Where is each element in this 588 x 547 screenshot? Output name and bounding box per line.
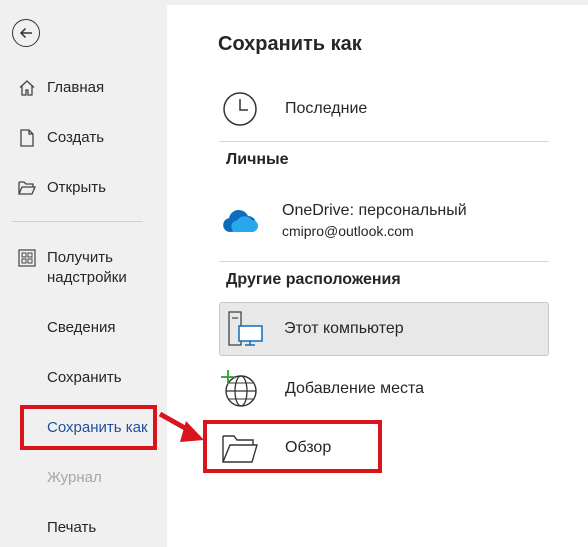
sidebar-item-get-addins[interactable]: Получить надстройки — [0, 248, 167, 288]
highlight-box-browse — [203, 420, 382, 473]
new-document-icon — [17, 128, 37, 148]
sidebar-item-print[interactable]: Печать — [0, 518, 167, 538]
sidebar-item-label-line1: Получить — [47, 249, 113, 266]
location-label: Последние — [285, 100, 368, 117]
divider — [219, 141, 549, 142]
sidebar-item-label: Журнал — [47, 469, 102, 486]
sidebar-item-label: Создать — [47, 129, 105, 146]
clock-icon — [220, 89, 260, 129]
sidebar-item-label: Сохранить — [47, 369, 122, 386]
sidebar-item-info[interactable]: Сведения — [0, 318, 167, 338]
location-recent[interactable]: Последние — [220, 87, 548, 131]
location-label: Добавление места — [285, 380, 425, 397]
sidebar-item-open[interactable]: Открыть — [0, 178, 167, 198]
section-heading-other: Другие расположения — [226, 271, 401, 288]
back-button[interactable] — [12, 19, 40, 47]
sidebar-item-label: Сведения — [47, 319, 116, 336]
open-folder-icon — [17, 178, 37, 198]
sidebar-item-label: Главная — [47, 79, 105, 96]
section-heading-personal: Личные — [226, 151, 289, 168]
location-this-pc[interactable]: Этот компьютер — [219, 302, 549, 356]
sidebar-item-label: Открыть — [47, 179, 106, 196]
home-icon — [17, 78, 37, 98]
location-label: OneDrive: персональный — [282, 202, 467, 219]
back-arrow-icon — [19, 27, 32, 39]
sidebar-item-new[interactable]: Создать — [0, 128, 167, 148]
addins-grid-icon — [17, 248, 37, 268]
sidebar-item-home[interactable]: Главная — [0, 78, 167, 98]
backstage-sidebar: Главная Создать Открыть Получить надстро… — [0, 0, 167, 547]
onedrive-cloud-icon — [220, 201, 260, 241]
sidebar-item-label: Печать — [47, 519, 97, 536]
red-arrow-icon — [158, 411, 204, 442]
location-add-place[interactable]: Добавление места — [220, 367, 548, 411]
divider — [219, 261, 549, 262]
location-onedrive[interactable]: OneDrive: персональный cmipro@outlook.co… — [220, 198, 548, 244]
sidebar-item-history: Журнал — [0, 468, 167, 488]
globe-add-icon — [220, 369, 260, 409]
page-title: Сохранить как — [218, 33, 362, 55]
sidebar-divider — [12, 221, 143, 222]
computer-icon — [226, 309, 266, 349]
location-label: Этот компьютер — [284, 320, 404, 337]
sidebar-item-label-line2: надстройки — [47, 269, 127, 286]
sidebar-item-save[interactable]: Сохранить — [0, 368, 167, 388]
highlight-box-save-as — [20, 405, 157, 450]
account-email: cmipro@outlook.com — [282, 223, 414, 239]
